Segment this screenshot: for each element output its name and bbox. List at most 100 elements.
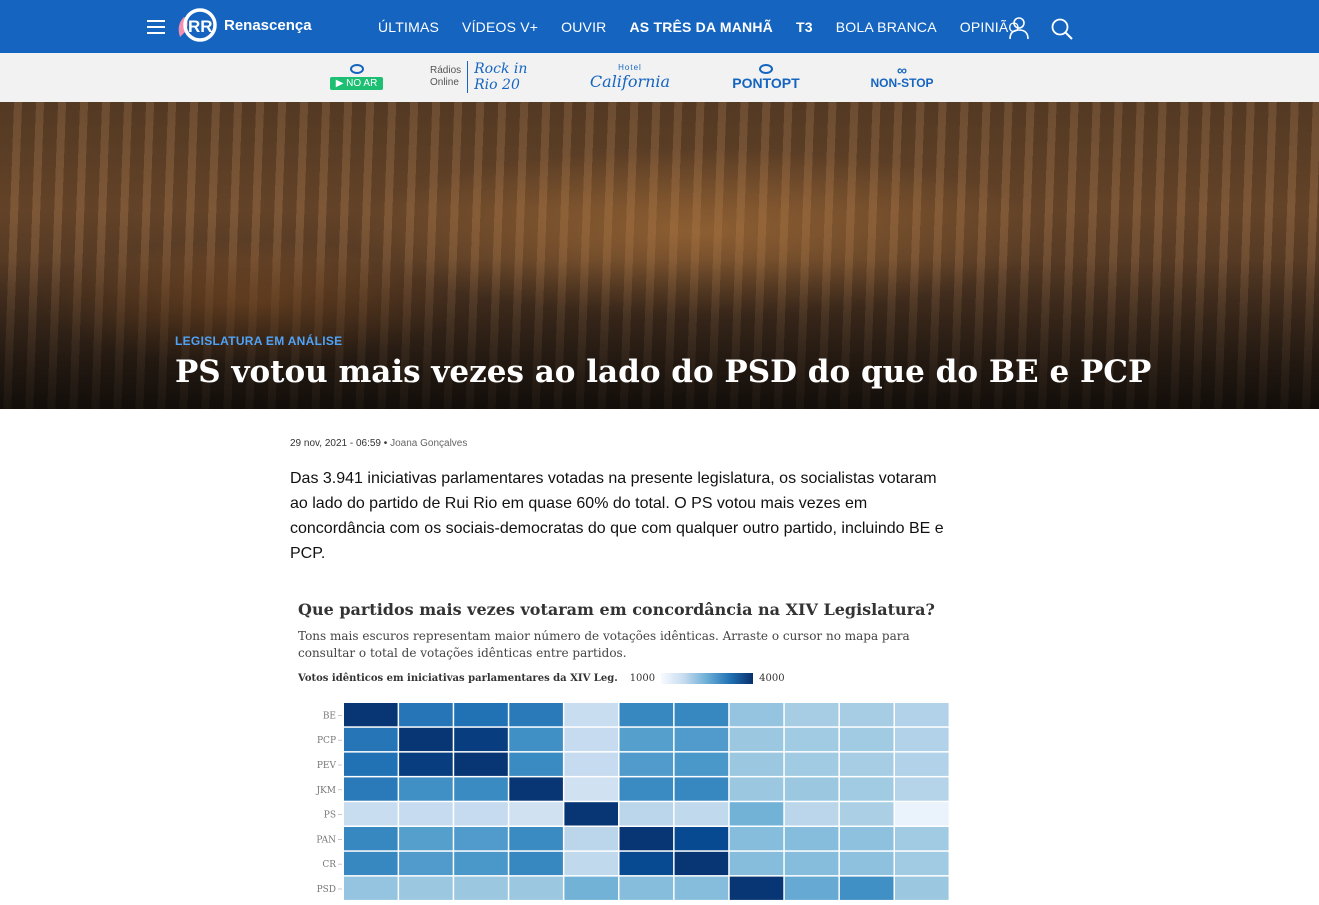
heatmap-cell[interactable] xyxy=(344,703,398,727)
renascenca-logo[interactable]: RR Renascença xyxy=(174,5,312,45)
heatmap-cell[interactable] xyxy=(509,802,563,826)
heatmap-cell[interactable] xyxy=(784,827,839,851)
heatmap-cell[interactable] xyxy=(839,802,894,826)
nav-videos[interactable]: VÍDEOS V+ xyxy=(462,19,538,35)
heatmap-cell[interactable] xyxy=(729,827,784,851)
heatmap-svg[interactable]: BE PCP PEV JKM PS PAN CR PSD xyxy=(298,703,950,905)
heatmap-cell[interactable] xyxy=(895,703,949,727)
heatmap-cell[interactable] xyxy=(564,777,618,801)
heatmap-cell[interactable] xyxy=(839,727,894,752)
heatmap-cell[interactable] xyxy=(674,727,729,752)
heatmap-cell[interactable] xyxy=(895,802,949,826)
heatmap-cell[interactable] xyxy=(619,727,674,752)
heatmap-cell[interactable] xyxy=(674,703,729,727)
heatmap-cell[interactable] xyxy=(895,777,949,801)
nav-ouvir[interactable]: OUVIR xyxy=(561,19,606,35)
heatmap-cell[interactable] xyxy=(729,727,784,752)
article-kicker[interactable]: LEGISLATURA EM ANÁLISE xyxy=(175,334,343,348)
heatmap-cell[interactable] xyxy=(784,851,839,876)
heatmap-cell[interactable] xyxy=(344,827,398,851)
heatmap-cell[interactable] xyxy=(674,827,729,851)
heatmap-cell[interactable] xyxy=(895,876,949,900)
heatmap-cell[interactable] xyxy=(784,727,839,752)
heatmap-cell[interactable] xyxy=(674,752,729,776)
heatmap-cell[interactable] xyxy=(674,777,729,801)
article-author[interactable]: Joana Gonçalves xyxy=(390,438,467,449)
heatmap-cell[interactable] xyxy=(399,703,453,727)
heatmap-cell[interactable] xyxy=(564,802,618,826)
heatmap-cell[interactable] xyxy=(674,851,729,876)
heatmap-cell[interactable] xyxy=(784,752,839,776)
heatmap-cell[interactable] xyxy=(454,752,508,776)
heatmap-cell[interactable] xyxy=(729,777,784,801)
heatmap-cell[interactable] xyxy=(399,876,453,900)
heatmap-cell[interactable] xyxy=(564,752,618,776)
heatmap-cell[interactable] xyxy=(619,752,674,776)
heatmap-cell[interactable] xyxy=(509,851,563,876)
heatmap-cell[interactable] xyxy=(784,777,839,801)
no-ar-button[interactable]: ▶ NO AR xyxy=(329,77,384,90)
station-rock-in-rio[interactable]: Rádios Online Rock in Rio 20 xyxy=(430,61,552,93)
heatmap-cell[interactable] xyxy=(729,802,784,826)
heatmap-cell[interactable] xyxy=(784,703,839,727)
heatmap-cell[interactable] xyxy=(454,727,508,752)
heatmap-cell[interactable] xyxy=(509,876,563,900)
heatmap-cell[interactable] xyxy=(564,851,618,876)
heatmap-cell[interactable] xyxy=(839,827,894,851)
heatmap-cell[interactable] xyxy=(619,703,674,727)
heatmap-cell[interactable] xyxy=(674,802,729,826)
heatmap-cell[interactable] xyxy=(344,851,398,876)
heatmap-cell[interactable] xyxy=(454,703,508,727)
heatmap-cell[interactable] xyxy=(454,777,508,801)
heatmap-cell[interactable] xyxy=(729,703,784,727)
heatmap-cell[interactable] xyxy=(454,827,508,851)
heatmap-cell[interactable] xyxy=(839,851,894,876)
heatmap-cell[interactable] xyxy=(729,876,784,900)
heatmap-cell[interactable] xyxy=(895,827,949,851)
station-hotel-california[interactable]: Hotel California xyxy=(590,61,670,93)
heatmap-cell[interactable] xyxy=(729,752,784,776)
heatmap-cell[interactable] xyxy=(509,752,563,776)
heatmap-cell[interactable] xyxy=(839,703,894,727)
heatmap-cell[interactable] xyxy=(619,876,674,900)
heatmap-cell[interactable] xyxy=(619,777,674,801)
heatmap-cell[interactable] xyxy=(454,876,508,900)
station-pontopt[interactable]: PONTOPT xyxy=(730,61,802,93)
heatmap-cell[interactable] xyxy=(344,876,398,900)
heatmap-cell[interactable] xyxy=(454,802,508,826)
heatmap-cell[interactable] xyxy=(509,727,563,752)
heatmap-cell[interactable] xyxy=(399,851,453,876)
heatmap-chart[interactable]: BE PCP PEV JKM PS PAN CR PSD xyxy=(298,703,950,905)
heatmap-cell[interactable] xyxy=(619,827,674,851)
heatmap-cell[interactable] xyxy=(344,802,398,826)
heatmap-cell[interactable] xyxy=(619,851,674,876)
heatmap-cell[interactable] xyxy=(399,827,453,851)
heatmap-cell[interactable] xyxy=(344,727,398,752)
heatmap-cell[interactable] xyxy=(895,851,949,876)
heatmap-cell[interactable] xyxy=(895,752,949,776)
heatmap-cell[interactable] xyxy=(399,752,453,776)
heatmap-cell[interactable] xyxy=(564,827,618,851)
heatmap-cell[interactable] xyxy=(564,876,618,900)
heatmap-cell[interactable] xyxy=(509,827,563,851)
heatmap-cell[interactable] xyxy=(399,802,453,826)
heatmap-cell[interactable] xyxy=(729,851,784,876)
heatmap-cell[interactable] xyxy=(344,752,398,776)
search-icon[interactable] xyxy=(1050,17,1074,41)
nav-t3[interactable]: T3 xyxy=(796,19,813,35)
heatmap-cell[interactable] xyxy=(839,752,894,776)
heatmap-cell[interactable] xyxy=(839,777,894,801)
heatmap-cell[interactable] xyxy=(564,727,618,752)
nav-bola-branca[interactable]: BOLA BRANCA xyxy=(836,19,937,35)
user-icon[interactable] xyxy=(1008,16,1030,40)
station-non-stop[interactable]: ∞ NON-STOP xyxy=(868,61,936,93)
heatmap-cell[interactable] xyxy=(454,851,508,876)
heatmap-cell[interactable] xyxy=(895,727,949,752)
heatmap-cell[interactable] xyxy=(619,802,674,826)
station-no-ar[interactable]: ▶ NO AR xyxy=(323,61,390,93)
menu-icon[interactable] xyxy=(147,20,165,34)
heatmap-cell[interactable] xyxy=(784,876,839,900)
heatmap-cell[interactable] xyxy=(399,727,453,752)
nav-ultimas[interactable]: ÚLTIMAS xyxy=(378,19,439,35)
heatmap-cell[interactable] xyxy=(839,876,894,900)
